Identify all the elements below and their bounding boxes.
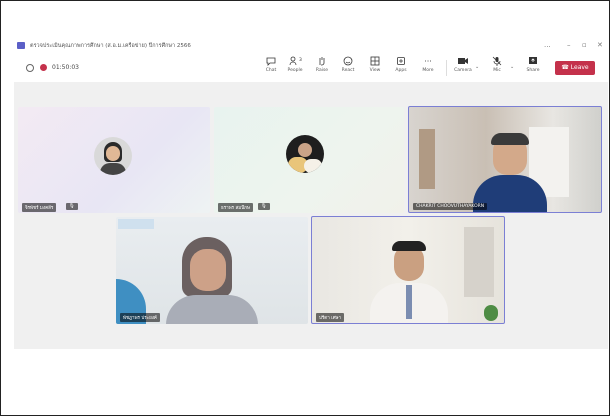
close-button[interactable]: ✕ xyxy=(597,41,603,49)
participant-tile-1[interactable]: จิรพัชร์ มงคลีร 🎙 xyxy=(18,107,210,213)
leave-button[interactable]: ☎ Leave xyxy=(555,61,595,75)
title-bar: ตรวจประเมินคุณภาพการศึกษา (ส.อ.ม.เครือข่… xyxy=(14,38,608,54)
toolbar-divider xyxy=(446,60,447,76)
participant-mic-off-icon: 🎙 xyxy=(66,203,78,210)
camera-icon xyxy=(452,56,474,68)
logo-watermark xyxy=(118,219,154,229)
people-button[interactable]: People 3 xyxy=(284,56,306,80)
participant-avatar-2 xyxy=(286,135,324,173)
apps-button[interactable]: Apps xyxy=(390,56,412,80)
participant-avatar-1 xyxy=(94,137,132,175)
react-button[interactable]: React xyxy=(337,56,359,80)
participant-name-2: ธราพร สมนึกษ xyxy=(218,203,253,212)
participant-name-1: จิรพัชร์ มงคลีร xyxy=(22,203,57,212)
shield-icon xyxy=(26,64,34,72)
phone-hangup-icon: ☎ xyxy=(561,64,569,71)
video-stage: จิรพัชร์ มงคลีร 🎙 ธราพร สมนึกษ 🎙 CHAKRIT… xyxy=(14,82,608,349)
participant-tile-4[interactable]: พัชฎาพร ประยงค์ xyxy=(116,217,308,324)
mic-button[interactable]: Mic xyxy=(486,56,508,80)
participant-name-4: พัชฎาพร ประยงค์ xyxy=(120,313,160,322)
recording-icon xyxy=(40,64,47,71)
chat-button[interactable]: Chat xyxy=(260,56,282,80)
apps-icon xyxy=(390,56,412,68)
participant-tile-5[interactable]: ปรีดา เศษา xyxy=(311,216,505,324)
camera-chevron-down-icon[interactable]: ⌄ xyxy=(475,64,479,70)
camera-button[interactable]: Camera xyxy=(452,56,474,80)
participant-name-5: ปรีดา เศษา xyxy=(316,313,345,322)
restore-button[interactable]: ▫ xyxy=(582,41,587,49)
grid-icon xyxy=(364,56,386,68)
participant-name-3: CHAKRIT CHOOVUTHAYAKORN xyxy=(413,203,488,210)
mic-muted-icon xyxy=(486,56,508,68)
mic-chevron-down-icon[interactable]: ⌄ xyxy=(510,64,514,70)
people-count-badge: 3 xyxy=(299,58,302,63)
participant-mic-off-icon: 🎙 xyxy=(258,203,270,210)
participant-tile-2[interactable]: ธราพร สมนึกษ 🎙 xyxy=(214,107,404,213)
meeting-timer: 01:50:03 xyxy=(52,64,79,71)
minimize-button[interactable]: – xyxy=(567,41,571,49)
chat-icon xyxy=(260,56,282,68)
raise-hand-button[interactable]: Raise xyxy=(311,56,333,80)
share-icon xyxy=(522,56,544,68)
ellipsis-icon: ··· xyxy=(424,57,432,66)
more-button[interactable]: ··· More xyxy=(417,56,439,80)
meeting-toolbar: 01:50:03 Chat People 3 Raise React View xyxy=(14,54,608,82)
share-button[interactable]: Share xyxy=(522,56,544,80)
smile-icon xyxy=(337,56,359,68)
window-title: ตรวจประเมินคุณภาพการศึกษา (ส.อ.ม.เครือข่… xyxy=(30,43,191,49)
view-button[interactable]: View xyxy=(364,56,386,80)
teams-logo-icon xyxy=(17,42,25,49)
window-more-button[interactable]: ... xyxy=(544,41,551,49)
people-icon xyxy=(284,56,306,68)
hand-icon xyxy=(311,56,333,68)
participant-tile-3[interactable]: CHAKRIT CHOOVUTHAYAKORN xyxy=(408,106,602,213)
participant-video-4 xyxy=(190,249,226,291)
